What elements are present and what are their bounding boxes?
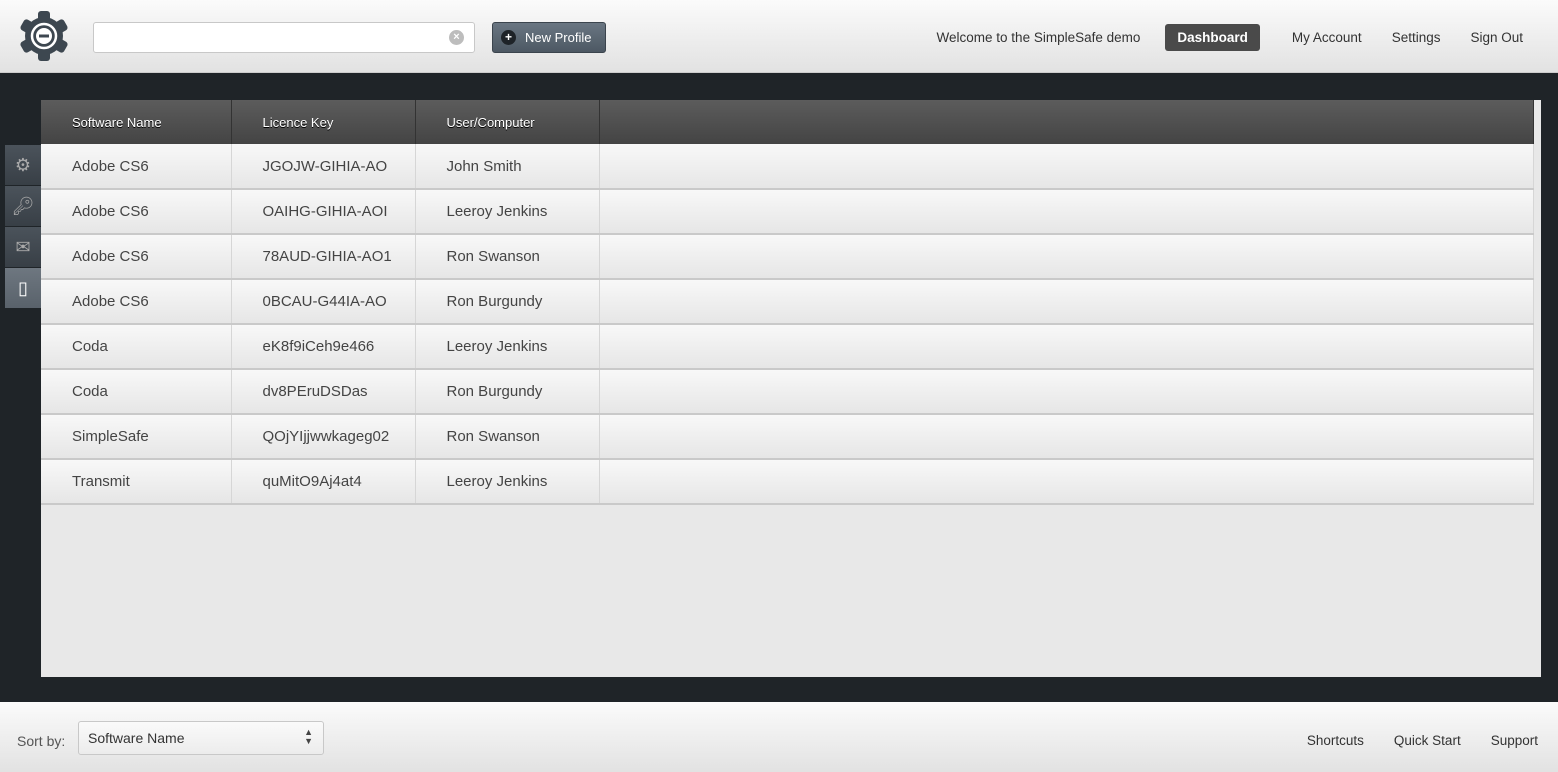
cell-software-name: Adobe CS6	[41, 279, 232, 325]
cell-empty	[599, 414, 1534, 460]
cell-software-name: Transmit	[41, 459, 232, 505]
clear-search-icon[interactable]: ×	[449, 30, 464, 45]
sort-select[interactable]: Software Name ▲ ▼	[78, 721, 324, 755]
column-software-name[interactable]: Software Name	[41, 100, 232, 144]
new-profile-label: New Profile	[525, 30, 592, 45]
search-field[interactable]: ×	[93, 22, 475, 53]
table-row[interactable]: Coda eK8f9iCeh9e466 Leeroy Jenkins	[41, 324, 1534, 370]
cell-licence-key: 0BCAU-G44IA-AO	[231, 279, 416, 325]
cell-software-name: Adobe CS6	[41, 144, 232, 190]
cell-licence-key: 78AUD-GIHIA-AO1	[231, 234, 416, 280]
cell-user-computer: Leeroy Jenkins	[415, 189, 600, 235]
nav-sign-out[interactable]: Sign Out	[1470, 30, 1523, 45]
licence-table-panel: Software Name Licence Key User/Computer …	[41, 100, 1541, 677]
table-row[interactable]: SimpleSafe QOjYIjjwwkageg02 Ron Swanson	[41, 414, 1534, 460]
cell-licence-key: dv8PEruDSDas	[231, 369, 416, 415]
cell-user-computer: Ron Swanson	[415, 414, 600, 460]
nav-my-account[interactable]: My Account	[1292, 30, 1362, 45]
side-tab-mail[interactable]: ✉	[5, 227, 41, 267]
side-tab-profiles[interactable]: ⚙	[5, 145, 41, 185]
cell-licence-key: OAIHG-GIHIA-AOI	[231, 189, 416, 235]
top-nav: Welcome to the SimpleSafe demo Dashboard…	[937, 24, 1538, 51]
new-profile-button[interactable]: + New Profile	[492, 22, 606, 53]
column-user-computer[interactable]: User/Computer	[415, 100, 600, 144]
cell-software-name: Adobe CS6	[41, 234, 232, 280]
sort-value: Software Name	[88, 730, 185, 746]
cell-empty	[599, 369, 1534, 415]
table-header: Software Name Licence Key User/Computer	[41, 100, 1534, 144]
cell-empty	[599, 279, 1534, 325]
side-tab-keys[interactable]: 🔑︎	[5, 186, 41, 226]
sort-label: Sort by:	[17, 733, 66, 749]
cell-software-name: Coda	[41, 369, 232, 415]
search-input[interactable]	[102, 23, 442, 52]
top-bar: × + New Profile Welcome to the SimpleSaf…	[0, 0, 1558, 73]
cell-user-computer: Ron Burgundy	[415, 279, 600, 325]
footer-shortcuts[interactable]: Shortcuts	[1307, 733, 1364, 748]
table-row[interactable]: Adobe CS6 JGOJW-GIHIA-AO John Smith	[41, 144, 1534, 190]
key-icon: 🔑︎	[11, 195, 35, 216]
select-arrows-icon: ▲ ▼	[304, 727, 313, 746]
cell-user-computer: Ron Burgundy	[415, 369, 600, 415]
footer-bar: Sort by: Software Name ▲ ▼ Shortcuts Quic…	[0, 702, 1558, 772]
cell-licence-key: eK8f9iCeh9e466	[231, 324, 416, 370]
footer-support[interactable]: Support	[1491, 733, 1538, 748]
welcome-text: Welcome to the SimpleSafe demo	[936, 30, 1141, 45]
cell-user-computer: Ron Swanson	[415, 234, 600, 280]
column-empty	[599, 100, 1534, 144]
side-tab-licences[interactable]: ▯	[5, 268, 41, 308]
cell-licence-key: QOjYIjjwwkageg02	[231, 414, 416, 460]
table-row[interactable]: Transmit quMitO9Aj4at4 Leeroy Jenkins	[41, 459, 1534, 505]
cell-software-name: Adobe CS6	[41, 189, 232, 235]
cell-empty	[599, 189, 1534, 235]
cell-empty	[599, 324, 1534, 370]
cell-software-name: SimpleSafe	[41, 414, 232, 460]
plus-icon: +	[501, 30, 516, 45]
licence-table: Software Name Licence Key User/Computer …	[41, 100, 1534, 505]
table-row[interactable]: Coda dv8PEruDSDas Ron Burgundy	[41, 369, 1534, 415]
envelope-icon: ✉	[15, 236, 31, 257]
nav-dashboard[interactable]: Dashboard	[1165, 24, 1260, 51]
cell-empty	[599, 144, 1534, 190]
side-tabs: ⚙ 🔑︎ ✉ ▯	[5, 145, 41, 309]
table-row[interactable]: Adobe CS6 OAIHG-GIHIA-AOI Leeroy Jenkins	[41, 189, 1534, 235]
footer-quick-start[interactable]: Quick Start	[1394, 733, 1461, 748]
nav-settings[interactable]: Settings	[1392, 30, 1441, 45]
gear-icon: ⚙	[14, 154, 32, 175]
notebook-icon: ▯	[18, 277, 28, 298]
cell-licence-key: JGOJW-GIHIA-AO	[231, 144, 416, 190]
cell-user-computer: Leeroy Jenkins	[415, 324, 600, 370]
column-licence-key[interactable]: Licence Key	[231, 100, 416, 144]
table-row[interactable]: Adobe CS6 0BCAU-G44IA-AO Ron Burgundy	[41, 279, 1534, 325]
cell-software-name: Coda	[41, 324, 232, 370]
cell-user-computer: John Smith	[415, 144, 600, 190]
cell-licence-key: quMitO9Aj4at4	[231, 459, 416, 505]
cell-empty	[599, 234, 1534, 280]
cell-user-computer: Leeroy Jenkins	[415, 459, 600, 505]
simplesafe-logo-icon[interactable]	[18, 10, 70, 62]
footer-links: Shortcuts Quick Start Support	[1307, 733, 1538, 748]
cell-empty	[599, 459, 1534, 505]
table-row[interactable]: Adobe CS6 78AUD-GIHIA-AO1 Ron Swanson	[41, 234, 1534, 280]
